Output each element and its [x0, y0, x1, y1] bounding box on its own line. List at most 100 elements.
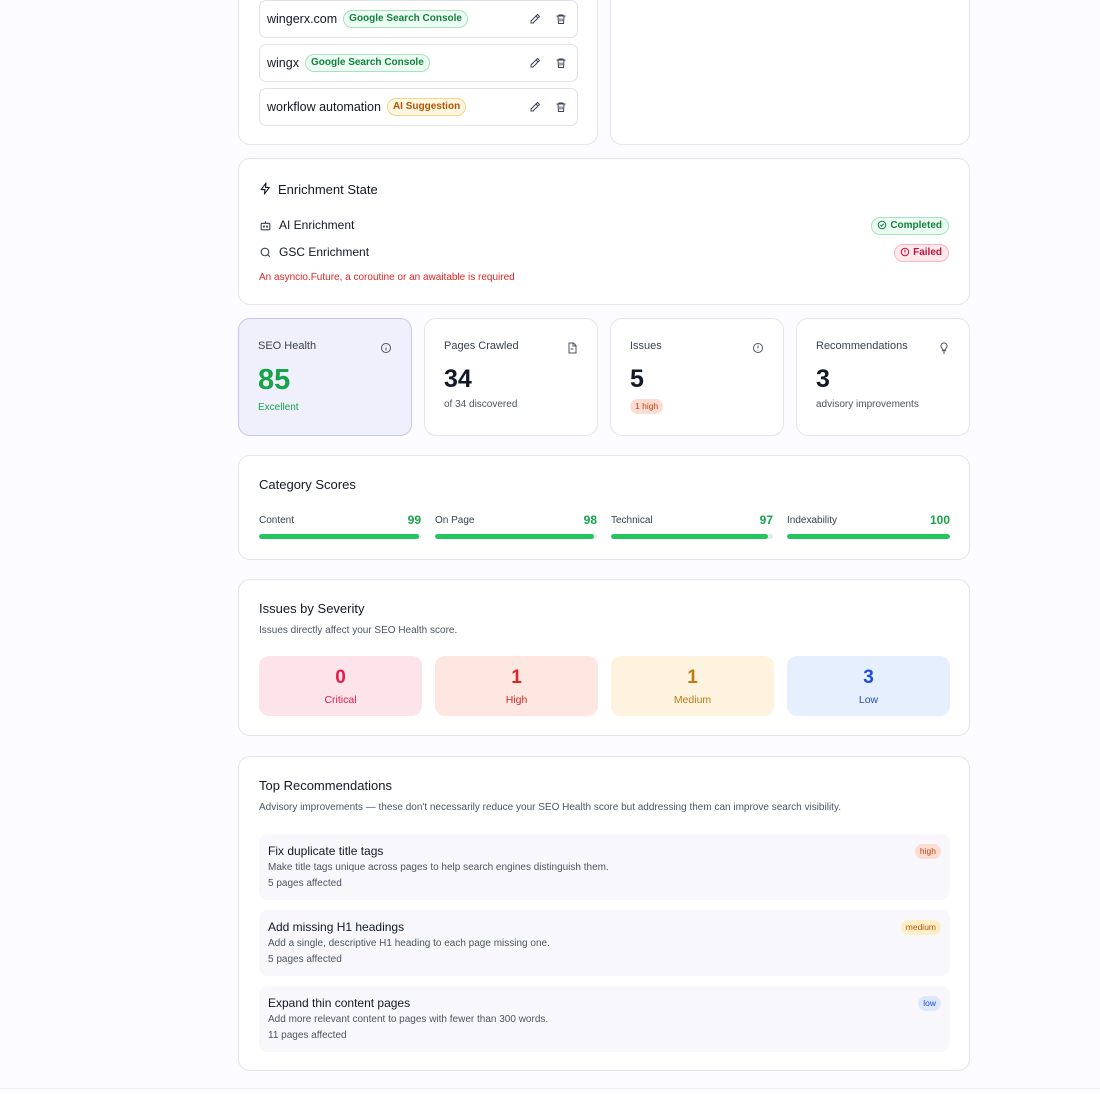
category-score: 98: [583, 513, 597, 527]
recommendations-card[interactable]: Recommendations 3 advisory improvements: [796, 318, 970, 436]
recommendation-item[interactable]: Add missing H1 headings Add a single, de…: [259, 910, 950, 976]
priority-badge: low: [918, 996, 941, 1011]
severity-title: Issues by Severity: [259, 601, 365, 616]
category-scores-card: Category Scores Content 99 On Page 98 Te…: [238, 455, 970, 560]
file-icon: [566, 341, 578, 359]
error-message: An asyncio.Future, a coroutine or an awa…: [259, 272, 515, 283]
category-track: [435, 534, 597, 539]
severity-label: High: [505, 694, 528, 706]
edit-icon[interactable]: [529, 100, 541, 114]
keywords-card: wingerx.com Google Search Console wingx …: [238, 0, 598, 145]
enrichment-card: Enrichment State AI Enrichment Completed…: [238, 158, 970, 305]
ai-enrichment-label: AI Enrichment: [279, 218, 355, 233]
alert-circle-icon: [900, 247, 910, 259]
trash-icon[interactable]: [555, 12, 567, 26]
recommendation-desc: Make title tags unique across pages to h…: [268, 862, 609, 873]
severity-count: 1: [511, 667, 522, 688]
severity-label: Low: [858, 694, 879, 706]
category-on-page: On Page 98: [435, 513, 597, 539]
keyword-text: wingerx.com: [267, 12, 338, 26]
recommendation-title: Expand thin content pages: [268, 996, 411, 1010]
severity-count: 0: [335, 667, 346, 688]
severity-critical[interactable]: 0 Critical: [259, 656, 422, 716]
severity-desc: Issues directly affect your SEO Health s…: [259, 625, 458, 636]
pages-discovered: of 34 discovered: [444, 399, 518, 410]
gsc-enrichment-label: GSC Enrichment: [279, 245, 370, 260]
recommendation-item[interactable]: Expand thin content pages Add more relev…: [259, 986, 950, 1052]
stat-label: Recommendations: [816, 340, 908, 352]
recommendation-title: Fix duplicate title tags: [268, 844, 384, 858]
status-badge-completed: Completed: [871, 217, 949, 235]
category-name: On Page: [435, 515, 475, 526]
priority-badge: high: [914, 844, 941, 859]
zap-icon: [259, 180, 272, 198]
status-text: Completed: [890, 220, 942, 231]
trash-icon[interactable]: [555, 56, 567, 70]
category-track: [259, 534, 421, 539]
recommendation-desc: Add a single, descriptive H1 heading to …: [268, 938, 550, 949]
stat-label: SEO Health: [258, 340, 317, 352]
category-bar: [259, 534, 420, 539]
pages-count: 34: [444, 365, 472, 393]
stat-label: Issues: [630, 340, 662, 352]
high-issues-badge: 1 high: [630, 399, 664, 414]
issues-count: 5: [630, 365, 644, 393]
recommendation-desc: Add more relevant content to pages with …: [268, 1014, 549, 1025]
seo-score: 85: [258, 364, 291, 396]
recommendation-pages: 11 pages affected: [268, 1030, 347, 1041]
category-bar: [435, 534, 594, 539]
lightbulb-icon: [938, 341, 950, 359]
category-score: 97: [759, 513, 773, 527]
edit-icon[interactable]: [529, 56, 541, 70]
keyword-row: wingx Google Search Console: [259, 44, 578, 82]
priority-badge: medium: [900, 920, 941, 935]
severity-high[interactable]: 1 High: [435, 656, 598, 716]
status-text: Failed: [913, 247, 942, 258]
recommendation-item[interactable]: Fix duplicate title tags Make title tags…: [259, 834, 950, 900]
category-name: Indexability: [787, 515, 838, 526]
gsc-enrichment-row: GSC Enrichment: [259, 245, 369, 259]
recommendations-title: Top Recommendations: [259, 778, 392, 793]
trash-icon[interactable]: [555, 100, 567, 114]
top-recommendations-card: Top Recommendations Advisory improvement…: [238, 756, 970, 1071]
keyword-row: workflow automation AI Suggestion: [259, 88, 578, 126]
info-icon[interactable]: [380, 341, 392, 359]
keyword-text: wingx: [267, 56, 299, 70]
severity-count: 1: [687, 667, 698, 688]
source-badge: AI Suggestion: [386, 98, 467, 116]
recommendations-sub: advisory improvements: [816, 399, 919, 410]
source-badge: Google Search Console: [343, 10, 468, 28]
recommendation-title: Add missing H1 headings: [268, 920, 405, 934]
recommendation-pages: 5 pages affected: [268, 878, 342, 889]
enrichment-title: Enrichment State: [278, 181, 378, 197]
pages-crawled-card[interactable]: Pages Crawled 34 of 34 discovered: [424, 318, 598, 436]
category-track: [787, 534, 950, 539]
recommendations-desc: Advisory improvements — these don't nece…: [259, 802, 841, 813]
category-score: 100: [929, 513, 950, 527]
category-bar: [787, 534, 950, 539]
category-score: 99: [407, 513, 421, 527]
ai-enrichment-row: AI Enrichment: [259, 218, 354, 232]
severity-medium[interactable]: 1 Medium: [611, 656, 774, 716]
bot-icon: [259, 218, 272, 232]
status-badge-failed: Failed: [894, 244, 949, 262]
source-badge: Google Search Console: [304, 54, 430, 72]
category-name: Technical: [611, 515, 653, 526]
severity-count: 3: [863, 667, 874, 688]
footer-divider: [0, 1088, 1100, 1089]
category-track: [611, 534, 773, 539]
severity-low[interactable]: 3 Low: [787, 656, 950, 716]
edit-icon[interactable]: [529, 12, 541, 26]
severity-label: Medium: [673, 694, 712, 706]
severity-label: Critical: [324, 694, 357, 706]
category-name: Content: [259, 515, 295, 526]
stat-label: Pages Crawled: [444, 340, 519, 352]
issues-card[interactable]: Issues 5 1 high: [610, 318, 784, 436]
recommendation-pages: 5 pages affected: [268, 954, 342, 965]
keyword-text: workflow automation: [267, 100, 381, 114]
side-panel-card: [610, 0, 970, 145]
severity-card: Issues by Severity Issues directly affec…: [238, 579, 970, 736]
category-technical: Technical 97: [611, 513, 773, 539]
category-indexability: Indexability 100: [787, 513, 950, 539]
seo-health-card[interactable]: SEO Health 85 Excellent: [238, 318, 412, 436]
